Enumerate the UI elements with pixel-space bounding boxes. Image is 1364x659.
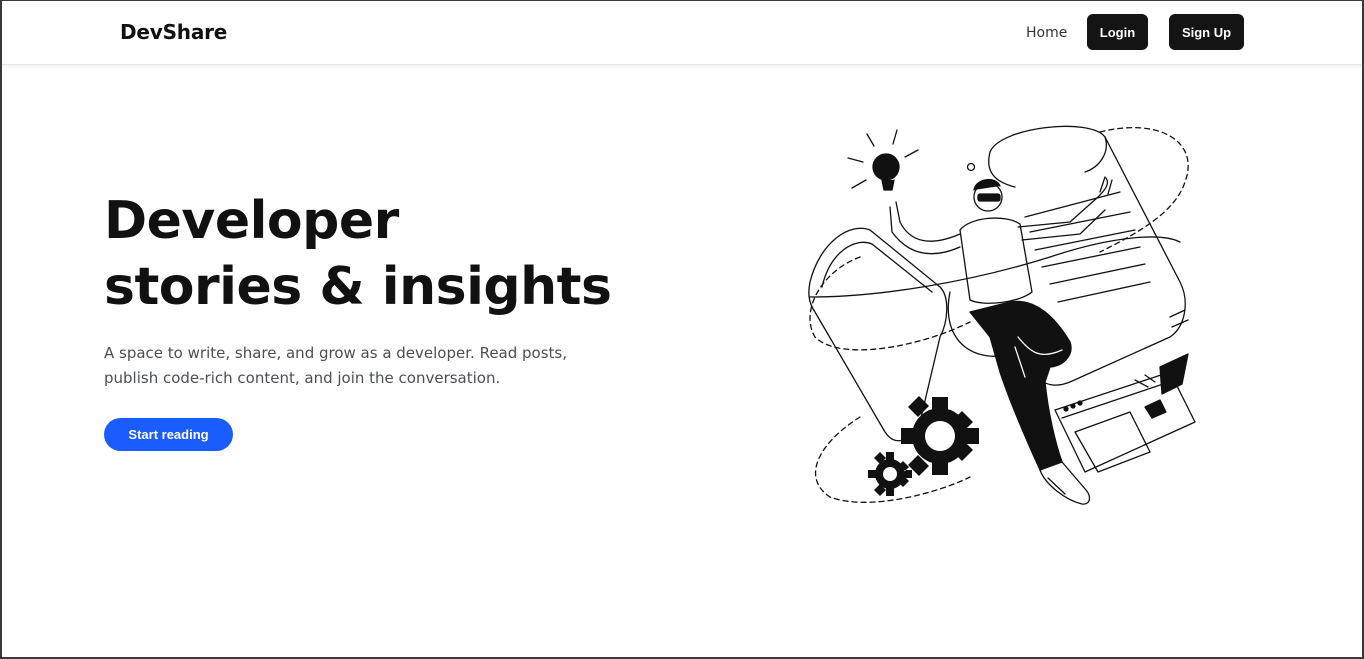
developer-illustration <box>800 122 1200 514</box>
signup-button[interactable]: Sign Up <box>1169 14 1244 50</box>
hero-title-line-1: Developer <box>104 191 399 251</box>
start-reading-button[interactable]: Start reading <box>104 418 233 451</box>
hero-title-line-2: stories & insights <box>104 257 612 317</box>
navbar: DevShare Home Login Sign Up <box>2 1 1362 65</box>
nav-home-link[interactable]: Home <box>1026 25 1067 41</box>
hero-subtitle: A space to write, share, and grow as a d… <box>104 344 568 387</box>
brand-logo[interactable]: DevShare <box>120 20 227 44</box>
login-button[interactable]: Login <box>1087 14 1148 50</box>
hero-title: Developer stories & insights <box>104 188 612 320</box>
